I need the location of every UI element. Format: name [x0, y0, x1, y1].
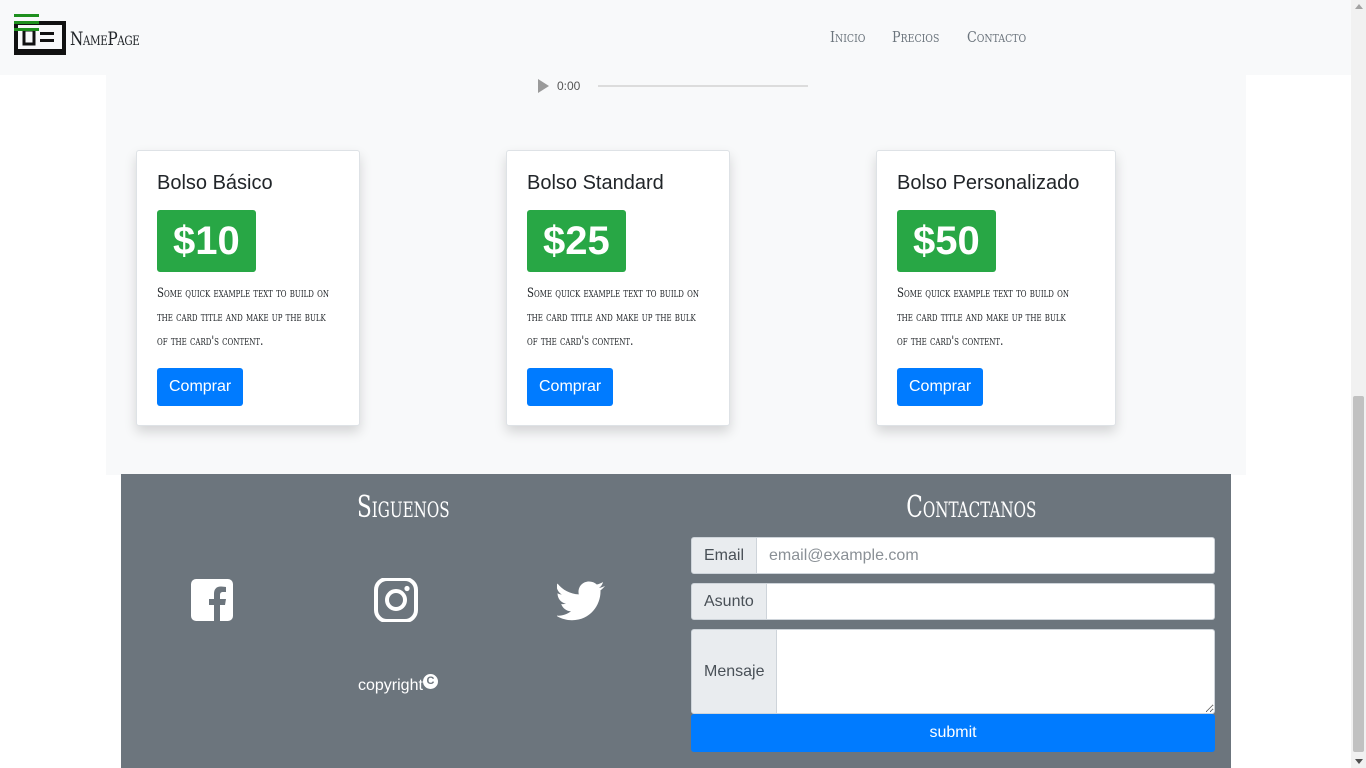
nav-links: Inicio Precios Contacto — [820, 28, 1047, 46]
card-title: Bolso Personalizado — [897, 172, 1080, 194]
email-group: Email — [691, 537, 1215, 574]
audio-player[interactable]: 0:00 — [530, 76, 825, 96]
subject-label: Asunto — [691, 583, 767, 620]
follow-heading: Siguenos — [357, 490, 450, 525]
play-icon[interactable] — [538, 79, 549, 93]
nav-link-contacto[interactable]: Contacto — [967, 28, 1026, 46]
card-text: Some quick example text to build on the … — [157, 286, 330, 349]
comprar-button[interactable]: Comprar — [897, 368, 984, 406]
pricing-card-personalizado: Bolso Personalizado $50 Some quick examp… — [876, 150, 1116, 426]
pricing-card-basico: Bolso Básico $10 Some quick example text… — [136, 150, 360, 426]
navbar: NamePage Inicio Precios Contacto — [0, 0, 1351, 75]
price-badge: $10 — [157, 210, 256, 272]
copyright: copyright C — [358, 674, 438, 695]
instagram-icon[interactable] — [373, 577, 419, 623]
brand[interactable]: NamePage — [14, 12, 157, 56]
card-text: Some quick example text to build on the … — [527, 286, 700, 349]
subject-group: Asunto — [691, 583, 1215, 620]
scrollbar[interactable] — [1351, 0, 1366, 768]
submit-button[interactable]: submit — [691, 714, 1215, 752]
pricing-card-standard: Bolso Standard $25 Some quick example te… — [506, 150, 730, 426]
scroll-thumb[interactable] — [1353, 396, 1364, 752]
price-badge: $25 — [527, 210, 626, 272]
scroll-down-arrow-icon[interactable] — [1355, 759, 1363, 764]
nav-link-inicio[interactable]: Inicio — [830, 28, 865, 46]
comprar-button[interactable]: Comprar — [157, 368, 244, 406]
brand-name: NamePage — [70, 28, 140, 50]
email-field[interactable] — [757, 537, 1215, 574]
nav-link-precios[interactable]: Precios — [892, 28, 939, 46]
copyright-icon: C — [422, 674, 438, 689]
price-badge: $50 — [897, 210, 996, 272]
copyright-text: copyright — [358, 677, 423, 694]
message-label: Mensaje — [691, 629, 778, 714]
contact-heading: Contactanos — [906, 490, 1037, 525]
audio-progress-track[interactable] — [598, 85, 809, 87]
facebook-icon[interactable] — [189, 578, 235, 622]
message-field[interactable] — [777, 629, 1215, 714]
message-group: Mensaje — [691, 629, 1215, 714]
card-title: Bolso Standard — [527, 172, 664, 194]
scroll-up-arrow-icon[interactable] — [1355, 4, 1363, 9]
card-text: Some quick example text to build on the … — [897, 286, 1070, 349]
twitter-icon[interactable] — [556, 578, 607, 622]
subject-field[interactable] — [766, 583, 1215, 620]
email-label: Email — [691, 537, 758, 574]
footer: Siguenos Contactanos copyrightC Email As… — [121, 474, 1231, 768]
card-title: Bolso Básico — [157, 172, 273, 194]
audio-time: 0:00 — [557, 79, 581, 93]
comprar-button[interactable]: Comprar — [527, 368, 614, 406]
brand-logo-icon — [14, 12, 68, 56]
